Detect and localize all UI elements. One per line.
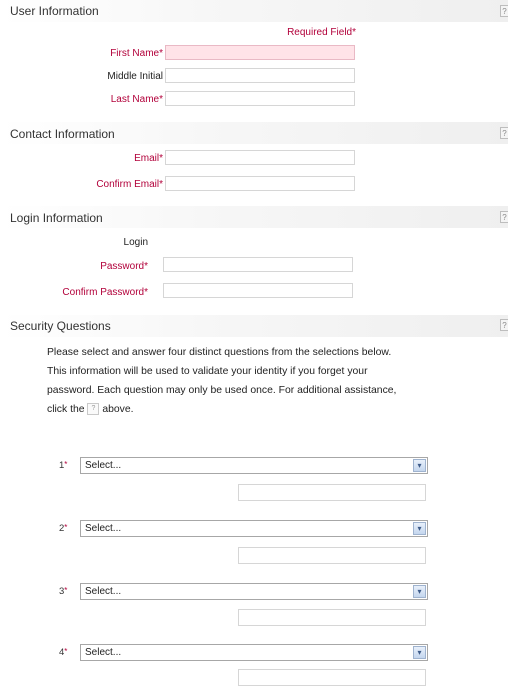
confirm-email-label: Confirm Email* [96, 179, 163, 190]
security-question-select-1[interactable]: Select... ▾ [80, 457, 428, 474]
last-name-input[interactable] [165, 91, 355, 106]
security-instructions-line-4: click the ? above. [47, 400, 457, 419]
select-value-1: Select... [85, 460, 122, 471]
confirm-password-label: Confirm Password* [62, 287, 148, 298]
inline-help-icon: ? [87, 403, 100, 416]
security-answer-input-3[interactable] [238, 609, 426, 626]
help-icon-login-info[interactable]: ? [500, 211, 508, 223]
question-number-4: 4* [59, 647, 68, 658]
select-value-2: Select... [85, 523, 122, 534]
section-title-user-info: User Information [10, 4, 99, 18]
help-icon-security-questions[interactable]: ? [500, 319, 508, 331]
chevron-down-icon[interactable]: ▾ [413, 459, 426, 472]
select-value-4: Select... [85, 647, 122, 658]
email-label: Email* [134, 153, 163, 164]
middle-initial-input[interactable] [165, 68, 355, 83]
last-name-label: Last Name* [110, 94, 163, 105]
above-text: above. [102, 404, 134, 415]
email-input[interactable] [165, 150, 355, 165]
section-title-security-questions: Security Questions [10, 319, 111, 333]
section-title-contact-info: Contact Information [10, 127, 115, 141]
chevron-down-icon[interactable]: ▾ [413, 522, 426, 535]
first-name-label: First Name* [110, 48, 163, 59]
login-label: Login [123, 237, 148, 248]
security-answer-input-2[interactable] [238, 547, 426, 564]
required-field-note: Required Field* [287, 27, 356, 38]
password-label: Password* [100, 261, 148, 272]
question-number-3: 3* [59, 586, 68, 597]
help-icon-contact-info[interactable]: ? [500, 127, 508, 139]
middle-initial-label: Middle Initial [107, 71, 163, 82]
question-number-2: 2* [59, 523, 68, 534]
security-instructions-line-3: password. Each question may only be used… [47, 385, 397, 396]
chevron-down-icon[interactable]: ▾ [413, 585, 426, 598]
question-number-1: 1* [59, 460, 68, 471]
click-the-text: click the [47, 404, 85, 415]
chevron-down-icon[interactable]: ▾ [413, 646, 426, 659]
confirm-password-input[interactable] [163, 283, 353, 298]
first-name-input[interactable] [165, 45, 355, 60]
security-answer-input-4[interactable] [238, 669, 426, 686]
section-title-login-info: Login Information [10, 211, 103, 225]
password-input[interactable] [163, 257, 353, 272]
security-instructions-line-2: This information will be used to validat… [47, 366, 368, 377]
security-question-select-3[interactable]: Select... ▾ [80, 583, 428, 600]
confirm-email-input[interactable] [165, 176, 355, 191]
security-answer-input-1[interactable] [238, 484, 426, 501]
select-value-3: Select... [85, 586, 122, 597]
help-icon-user-info[interactable]: ? [500, 5, 508, 17]
security-question-select-4[interactable]: Select... ▾ [80, 644, 428, 661]
security-instructions: Please select and answer four distinct q… [47, 343, 457, 419]
security-instructions-line-1: Please select and answer four distinct q… [47, 347, 392, 358]
security-question-select-2[interactable]: Select... ▾ [80, 520, 428, 537]
